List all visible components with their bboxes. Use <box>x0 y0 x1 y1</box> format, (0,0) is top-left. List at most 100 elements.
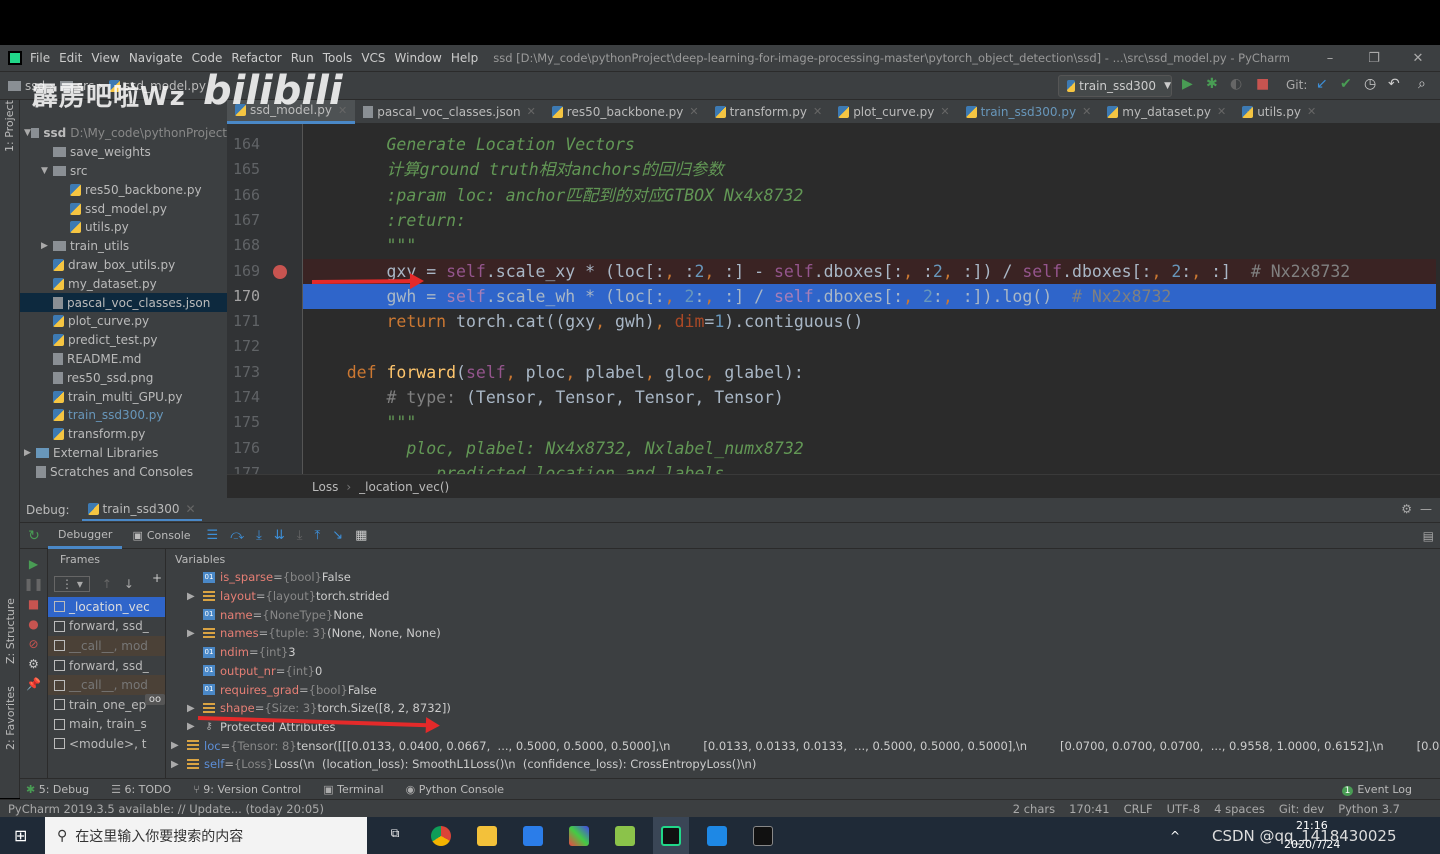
photos-icon[interactable] <box>699 817 735 854</box>
menu-file[interactable]: File <box>30 51 50 65</box>
status-message[interactable]: PyCharm 2019.3.5 available: // Update...… <box>8 802 324 816</box>
tree-item[interactable]: ▼ ssd D:\My_code\pythonProject <box>20 124 227 143</box>
event-log-button[interactable]: 1 Event Log <box>1341 783 1412 796</box>
close-icon[interactable]: ✕ <box>1217 105 1226 118</box>
clock-date[interactable]: 2020/7/24 <box>1284 838 1340 851</box>
step-out-icon[interactable]: ⤒ <box>315 528 321 543</box>
chevron-right-icon[interactable]: ▶ <box>41 241 53 251</box>
status-item[interactable]: UTF-8 <box>1167 802 1201 816</box>
expand-arrow-icon[interactable]: ▶ <box>171 759 187 770</box>
tree-item[interactable]: res50_backbone.py <box>20 180 227 199</box>
stack-frame[interactable]: forward, ssd_ <box>48 656 165 676</box>
run-to-cursor-icon[interactable]: ↘ <box>332 528 343 543</box>
variable-row[interactable]: 01 ndim = {int} 3 <box>187 643 296 662</box>
view-breakpoints-icon[interactable]: ● <box>20 617 47 631</box>
gear-icon[interactable]: ⚙ <box>1401 502 1412 516</box>
expand-arrow-icon[interactable]: ▶ <box>187 628 203 639</box>
run-configuration-select[interactable]: train_ssd300 ▼ <box>1058 75 1172 97</box>
tool-6-todo[interactable]: ☰ 6: TODO <box>111 783 171 796</box>
tray-chevron-icon[interactable]: ^ <box>1170 829 1180 843</box>
hide-icon[interactable]: — <box>1420 502 1432 516</box>
stop-icon[interactable]: ■ <box>1256 76 1269 92</box>
menu-vcs[interactable]: VCS <box>361 51 385 65</box>
variable-row[interactable]: 01 output_nr = {int} 0 <box>187 662 322 681</box>
variable-row[interactable]: 01 is_sparse = {bool} False <box>187 568 351 587</box>
variable-row[interactable]: 01 name = {NoneType} None <box>187 605 363 624</box>
code-line[interactable]: """ <box>307 233 1440 258</box>
editor-gutter[interactable]: 164 165 166 167 168 169 170 171 172 173 174 175 176 1… <box>227 124 303 474</box>
thread-select[interactable]: ⋮ ▾ <box>54 576 90 592</box>
tree-item[interactable]: my_dataset.py <box>20 274 227 293</box>
crumb-method[interactable]: _location_vec() <box>359 480 449 494</box>
code-line[interactable]: return torch.cat((gxy, gwh), dim=1).cont… <box>307 309 1440 334</box>
tool-python-console[interactable]: ◉ Python Console <box>406 783 504 796</box>
code-line[interactable]: gwh = self.scale_wh * (loc[:, 2:, :] / s… <box>303 283 1436 309</box>
status-item[interactable]: 2 chars <box>1013 802 1055 816</box>
tree-item[interactable]: ▶ train_utils <box>20 237 227 256</box>
code-line[interactable]: gxy = self.scale_xy * (loc[:, :2, :] - s… <box>303 258 1436 284</box>
stack-frame[interactable]: __call__, mod <box>48 636 165 656</box>
code-line[interactable]: :param loc: anchor匹配到的对应GTBOX Nx4x8732 <box>307 183 1440 208</box>
tab-my_dataset-py[interactable]: my_dataset.py ✕ <box>1099 100 1234 124</box>
menu-icon[interactable]: ☰ <box>207 528 219 543</box>
clock-time[interactable]: 21:16 <box>1296 819 1328 832</box>
up-arrow-icon[interactable]: ↑ <box>102 577 112 591</box>
expand-arrow-icon[interactable]: ▶ <box>187 703 203 714</box>
restore-button[interactable]: ❐ <box>1352 45 1396 72</box>
layout-icon[interactable]: ▤ <box>1423 529 1434 543</box>
chevron-right-icon[interactable]: ▶ <box>24 448 36 458</box>
chrome-icon[interactable] <box>423 817 459 854</box>
code-line[interactable]: def forward(self, ploc, plabel, gloc, gl… <box>307 360 1440 385</box>
code-line[interactable]: predicted location and labels <box>307 461 1440 474</box>
code-line[interactable]: Generate Location Vectors <box>307 132 1440 157</box>
tree-item[interactable]: ssd_model.py <box>20 199 227 218</box>
close-icon[interactable]: ✕ <box>1082 105 1091 118</box>
history-clock-icon[interactable]: ◷ <box>1364 76 1376 92</box>
resume-icon[interactable]: ▶ <box>20 557 47 571</box>
chevron-down-icon[interactable]: ▼ <box>41 166 53 176</box>
code-editor[interactable]: 164 165 166 167 168 169 170 171 172 173 174 175 176 1… <box>227 124 1440 474</box>
expand-arrow-icon[interactable]: ▶ <box>171 740 187 751</box>
close-icon[interactable]: ✕ <box>185 502 195 516</box>
code-line[interactable]: :return: <box>307 208 1440 233</box>
menu-help[interactable]: Help <box>451 51 478 65</box>
stack-frame[interactable]: _location_vec <box>48 597 165 617</box>
tree-item[interactable]: res50_ssd.png <box>20 368 227 387</box>
tab-utils-py[interactable]: utils.py ✕ <box>1234 100 1324 124</box>
tree-item[interactable]: pascal_voc_classes.json <box>20 293 227 312</box>
tab-res50_backbone-py[interactable]: res50_backbone.py ✕ <box>544 100 707 124</box>
close-icon[interactable]: ✕ <box>940 105 949 118</box>
coverage-icon[interactable]: ◐ <box>1230 76 1242 92</box>
close-icon[interactable]: ✕ <box>1307 105 1316 118</box>
tool-terminal[interactable]: ▣ Terminal <box>323 783 383 796</box>
step-into-icon[interactable]: ⇊ <box>274 528 285 543</box>
pin-icon[interactable]: 📌 <box>20 677 47 691</box>
tab-train_ssd300-py[interactable]: train_ssd300.py ✕ <box>958 100 1100 124</box>
variable-row[interactable]: ▶ self = {Loss} Loss(\n (location_loss): … <box>171 755 756 774</box>
run-icon[interactable]: ▶ <box>1182 76 1193 92</box>
windows-start-icon[interactable]: ⊞ <box>14 826 27 845</box>
task-view-icon[interactable]: ⧉ <box>377 817 413 854</box>
expand-arrow-icon[interactable]: ▶ <box>187 721 203 732</box>
structure-tool-button[interactable]: Z: Structure <box>4 598 17 664</box>
tree-item[interactable]: Scratches and Consoles <box>20 462 227 481</box>
menu-run[interactable]: Run <box>291 51 314 65</box>
revert-icon[interactable]: ↶ <box>1388 76 1400 92</box>
variable-row[interactable]: ▶ names = {tuple: 3} (None, None, None) <box>187 624 441 643</box>
taskbar-search[interactable]: ⚲ 在这里输入你要搜索的内容 <box>45 817 367 854</box>
git-update-icon[interactable]: ↙ <box>1316 76 1328 92</box>
wps-icon[interactable] <box>515 817 551 854</box>
code-line[interactable] <box>307 334 1440 359</box>
rerun-icon[interactable]: ↻ <box>20 528 48 544</box>
code-line[interactable]: # type: (Tensor, Tensor, Tensor, Tensor) <box>307 385 1440 410</box>
status-item[interactable]: Python 3.7 <box>1338 802 1400 816</box>
app-icon[interactable] <box>561 817 597 854</box>
variable-row[interactable]: 01 requires_grad = {bool} False <box>187 680 377 699</box>
search-icon[interactable]: ⌕ <box>1418 76 1426 92</box>
git-commit-icon[interactable]: ✔ <box>1340 76 1352 92</box>
stack-frame[interactable]: forward, ssd_ <box>48 617 165 637</box>
menu-code[interactable]: Code <box>192 51 223 65</box>
tree-item[interactable]: predict_test.py <box>20 331 227 350</box>
tree-item[interactable]: train_ssd300.py <box>20 406 227 425</box>
stop-icon[interactable]: ■ <box>20 597 47 611</box>
